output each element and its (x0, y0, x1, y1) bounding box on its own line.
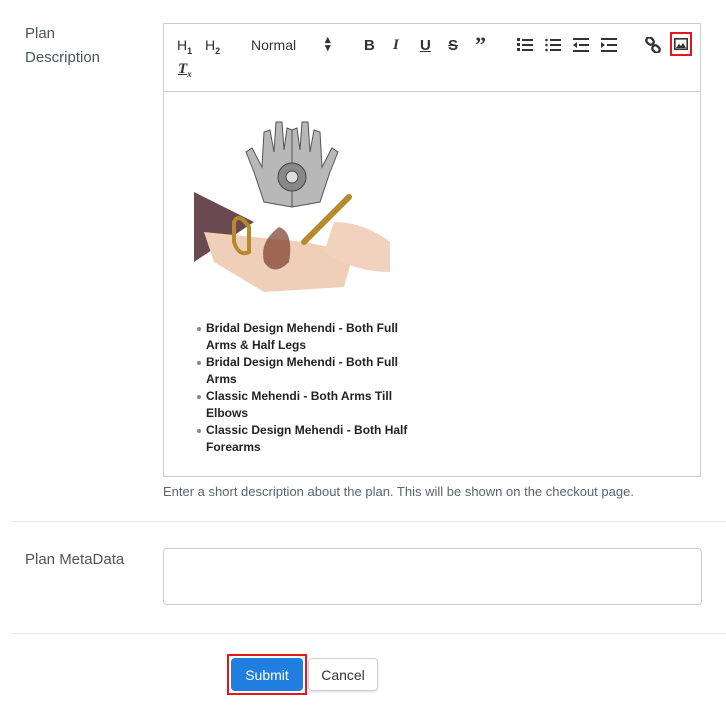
plan-metadata-label: Plan MetaData (25, 551, 125, 568)
link-icon[interactable] (645, 37, 661, 53)
plan-items-list: Bridal Design Mehendi - Both Full Arms &… (194, 320, 426, 456)
blockquote-button[interactable]: ” (475, 32, 486, 58)
italic-button[interactable]: I (393, 37, 399, 54)
format-select-value: Normal (251, 37, 297, 53)
select-arrows-icon: ▴ ▾ (325, 34, 331, 54)
list-item: Classic Design Mehendi - Both Half Forea… (197, 422, 426, 456)
list-item: Bridal Design Mehendi - Both Full Arms &… (197, 320, 426, 354)
section-divider (10, 521, 726, 522)
image-icon[interactable] (674, 38, 688, 50)
bold-button[interactable]: B (364, 37, 375, 54)
editor-toolbar: H1 H2 Normal ▴ ▾ B I U S ” Tx (164, 24, 700, 92)
strikethrough-button[interactable]: S (448, 37, 458, 54)
label-line1: Plan (25, 25, 56, 42)
outdent-icon[interactable] (573, 38, 589, 52)
ordered-list-icon[interactable] (517, 38, 533, 52)
mehendi-image (194, 121, 390, 292)
list-item: Bridal Design Mehendi - Both Full Arms (197, 354, 426, 388)
henna-hands-drawing (245, 121, 339, 208)
section-divider (10, 633, 726, 634)
bullet-list-icon[interactable] (545, 38, 561, 52)
indent-icon[interactable] (601, 38, 617, 52)
plan-description-label: Plan Description (25, 22, 100, 70)
plan-metadata-input[interactable] (163, 548, 702, 605)
rich-text-editor: H1 H2 Normal ▴ ▾ B I U S ” Tx Bridal Des… (163, 23, 701, 477)
h1-button[interactable]: H1 (177, 37, 192, 56)
list-item: Classic Mehendi - Both Arms Till Elbows (197, 388, 426, 422)
label-line2: Description (25, 49, 101, 66)
cancel-button[interactable]: Cancel (308, 658, 378, 691)
h2-button[interactable]: H2 (205, 37, 220, 56)
submit-button[interactable]: Submit (231, 658, 303, 691)
format-select[interactable]: Normal (251, 37, 296, 53)
description-help-text: Enter a short description about the plan… (163, 484, 634, 499)
clear-format-button[interactable]: Tx (178, 61, 192, 79)
underline-button[interactable]: U (420, 37, 431, 54)
